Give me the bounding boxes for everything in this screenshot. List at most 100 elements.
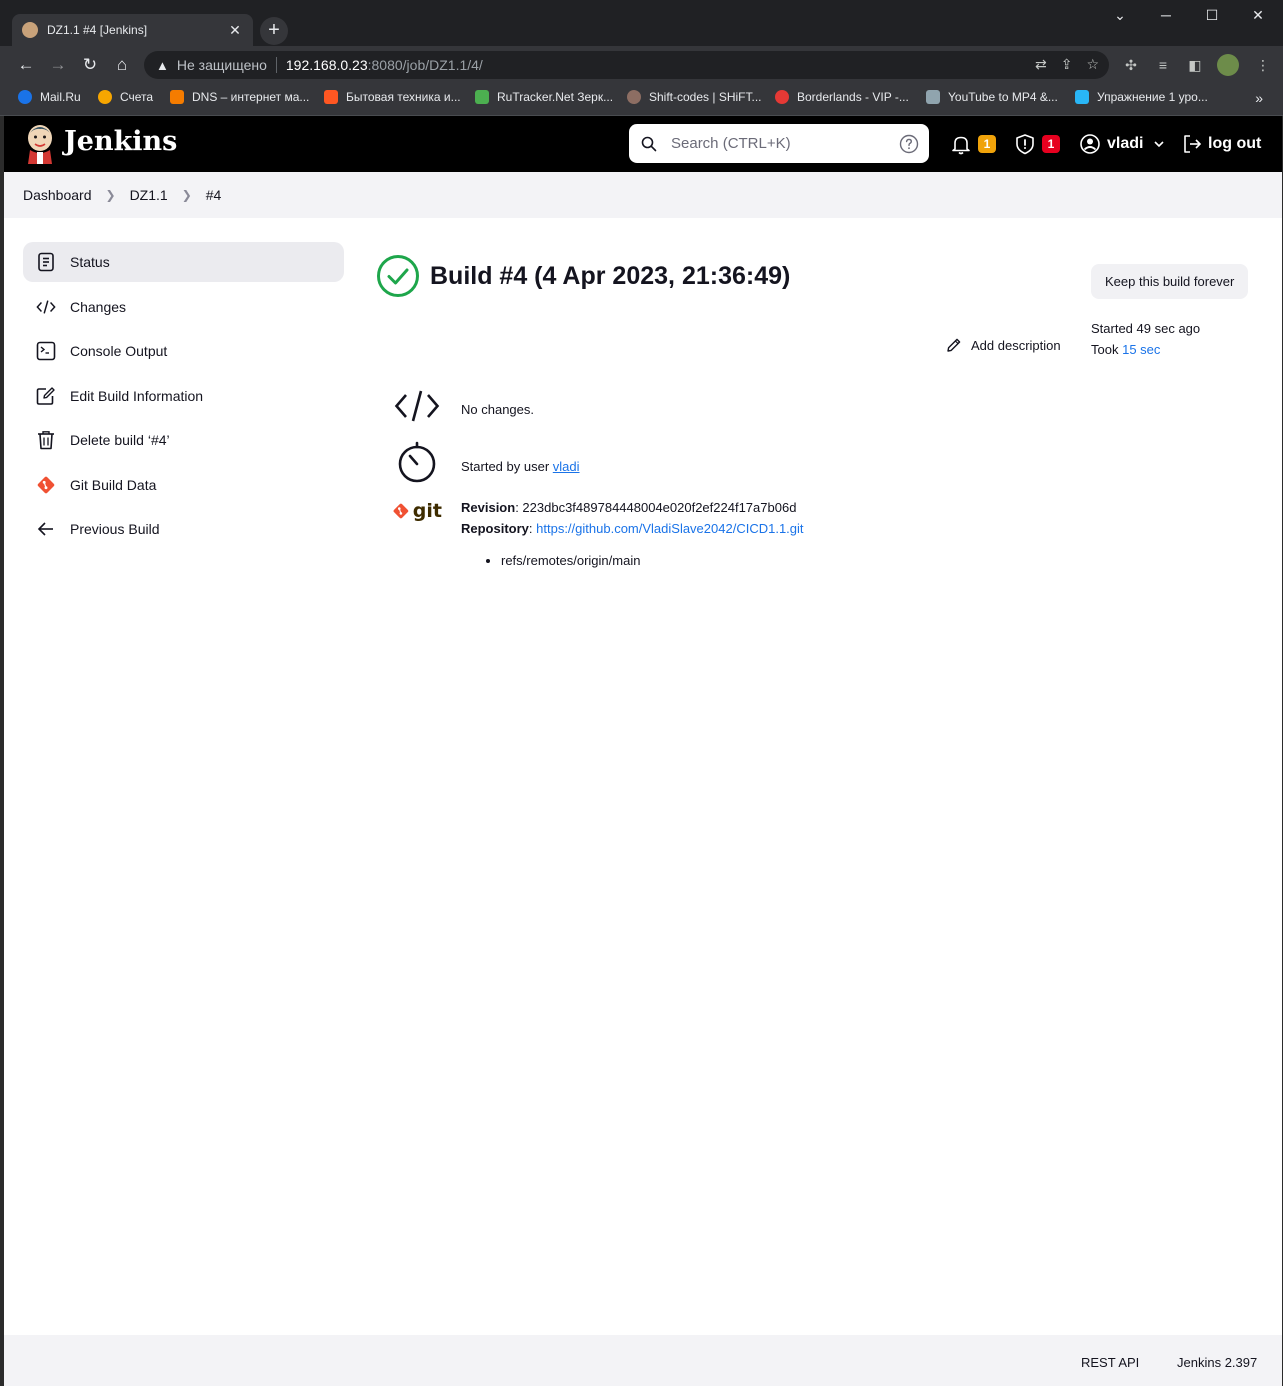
help-icon[interactable] [899, 134, 919, 154]
sidebar-item-status[interactable]: Status [23, 242, 344, 282]
sidebar-item-label: Git Build Data [70, 476, 157, 493]
revision-label: Revision [461, 500, 516, 515]
logout-button[interactable]: log out [1181, 132, 1261, 156]
bookmark-item[interactable]: Бытовая техника и... [324, 90, 461, 104]
bookmark-favicon-icon [475, 90, 489, 104]
profile-avatar[interactable] [1217, 54, 1239, 76]
jenkins-version-link[interactable]: Jenkins 2.397 [1177, 1355, 1257, 1370]
home-icon[interactable]: ⌂ [110, 53, 134, 77]
sidebar-item-label: Status [70, 254, 110, 270]
user-menu[interactable]: vladi [1079, 132, 1165, 156]
terminal-icon [36, 341, 56, 361]
git-icon [36, 475, 56, 495]
breadcrumb-job[interactable]: DZ1.1 [130, 187, 168, 203]
bookmark-star-icon[interactable]: ☆ [1086, 56, 1099, 73]
search-input[interactable] [671, 135, 899, 152]
menu-icon[interactable]: ⋮ [1253, 55, 1273, 75]
sidebar-item-changes[interactable]: Changes [23, 287, 344, 327]
extensions-icon[interactable]: ✣ [1121, 55, 1141, 75]
security-label[interactable]: Не защищено [177, 57, 267, 73]
sidebar-item-git-build-data[interactable]: Git Build Data [23, 465, 344, 505]
tab-close-icon[interactable]: ✕ [227, 22, 243, 39]
logout-label[interactable]: log out [1208, 135, 1261, 153]
notifications-button[interactable]: 1 [950, 132, 996, 156]
bell-icon [952, 136, 970, 155]
started-by-user-link[interactable]: vladi [553, 459, 580, 474]
cause-summary: Started by user vladi [392, 440, 580, 484]
reload-icon[interactable]: ↻ [78, 53, 102, 77]
bookmark-favicon-icon [18, 90, 32, 104]
share-icon[interactable]: ⇪ [1061, 56, 1073, 73]
git-logo: git [392, 496, 442, 526]
sidebar-item-label: Previous Build [70, 521, 160, 537]
jenkins-header: Jenkins 1 [4, 116, 1282, 172]
bookmark-favicon-icon [1075, 90, 1089, 104]
bookmark-label: YouTube to MP4 &... [948, 90, 1058, 104]
bookmark-label: Бытовая техника и... [346, 90, 461, 104]
bookmark-item[interactable]: Shift-codes | SHiFT... [627, 90, 761, 104]
browser-tab[interactable]: DZ1.1 #4 [Jenkins] ✕ [12, 14, 253, 46]
bookmark-item[interactable]: Упражнение 1 уро... [1075, 90, 1208, 104]
bookmark-item[interactable]: Borderlands - VIP -... [775, 90, 909, 104]
sidebar-item-delete-build[interactable]: Delete build ‘#4’ [23, 420, 344, 460]
rest-api-link[interactable]: REST API [1081, 1355, 1139, 1370]
side-panel-icon[interactable]: ◧ [1185, 55, 1205, 75]
url-path[interactable]: :8080/job/DZ1.1/4/ [368, 57, 483, 73]
tab-search-icon[interactable]: ⌄ [1097, 0, 1143, 30]
trash-icon [36, 430, 56, 450]
shield-icon [1016, 134, 1034, 155]
arrow-left-icon [36, 519, 56, 539]
bookmark-label: Borderlands - VIP -... [797, 90, 909, 104]
bookmark-item[interactable]: DNS – интернет ма... [170, 90, 309, 104]
timer-icon [392, 440, 442, 484]
add-description-button[interactable]: Add description [946, 337, 1061, 353]
bookmark-favicon-icon [170, 90, 184, 104]
security-badge: 1 [1042, 135, 1060, 153]
browser-toolbar: ← → ↻ ⌂ ▲ Не защищено 192.168.0.23 :8080… [0, 46, 1283, 84]
minimize-icon[interactable]: ─ [1143, 0, 1189, 30]
breadcrumb-chevron-icon[interactable]: ❯ [182, 188, 192, 202]
sidebar-item-edit-build-information[interactable]: Edit Build Information [23, 376, 344, 416]
bookmarks-more-icon[interactable]: » [1255, 90, 1263, 106]
breadcrumb-build[interactable]: #4 [206, 187, 222, 203]
add-description-label[interactable]: Add description [971, 338, 1061, 353]
repository-link[interactable]: https://github.com/VladiSlave2042/CICD1.… [536, 521, 803, 536]
url-host[interactable]: 192.168.0.23 [286, 57, 368, 73]
bookmark-item[interactable]: Mail.Ru [18, 90, 81, 104]
keep-build-forever-button[interactable]: Keep this build forever [1091, 264, 1249, 299]
notifications-badge: 1 [978, 135, 996, 153]
code-icon [392, 384, 442, 428]
forward-icon[interactable]: → [46, 53, 70, 77]
chevron-down-icon[interactable] [1153, 138, 1165, 150]
security-button[interactable]: 1 [1014, 132, 1060, 156]
bookmark-item[interactable]: Счета [98, 90, 153, 104]
build-timing: Started 49 sec ago Took 15 sec [1091, 318, 1200, 360]
took-line: Took 15 sec [1091, 339, 1200, 360]
back-icon[interactable]: ← [14, 53, 38, 77]
jenkins-brand[interactable]: Jenkins [64, 126, 177, 157]
sidebar-item-previous-build[interactable]: Previous Build [23, 509, 344, 549]
sidebar-item-label: Delete build ‘#4’ [70, 432, 170, 448]
warning-icon[interactable]: ▲ [156, 58, 169, 73]
breadcrumb-dashboard[interactable]: Dashboard [23, 187, 92, 203]
maximize-icon[interactable]: ☐ [1189, 0, 1235, 30]
sidebar-item-console-output[interactable]: Console Output [23, 331, 344, 371]
search-box[interactable] [629, 124, 929, 163]
close-window-icon[interactable]: ✕ [1235, 0, 1281, 30]
breadcrumb-chevron-icon[interactable]: ❯ [106, 188, 116, 202]
media-control-icon[interactable]: ≡ [1153, 55, 1173, 75]
revision-value: 223dbc3f489784448004e020f2ef224f17a7b06d [522, 500, 797, 515]
user-name[interactable]: vladi [1107, 135, 1143, 153]
git-summary: git Revision: 223dbc3f489784448004e020f2… [392, 496, 804, 568]
bookmark-item[interactable]: YouTube to MP4 &... [926, 90, 1058, 104]
jenkins-logo-icon[interactable] [24, 124, 56, 164]
took-duration-link[interactable]: 15 sec [1122, 342, 1160, 357]
sidebar-item-label: Changes [70, 298, 127, 315]
translate-icon[interactable]: ⇄ [1035, 56, 1047, 73]
page-footer: REST API Jenkins 2.397 [4, 1335, 1282, 1386]
address-bar[interactable]: ▲ Не защищено 192.168.0.23 :8080/job/DZ1… [144, 51, 1109, 79]
bookmark-item[interactable]: RuTracker.Net Зерк... [475, 90, 613, 104]
new-tab-button[interactable]: + [260, 17, 288, 45]
edit-icon [36, 386, 56, 406]
started-by-label: Started by user [461, 459, 550, 474]
